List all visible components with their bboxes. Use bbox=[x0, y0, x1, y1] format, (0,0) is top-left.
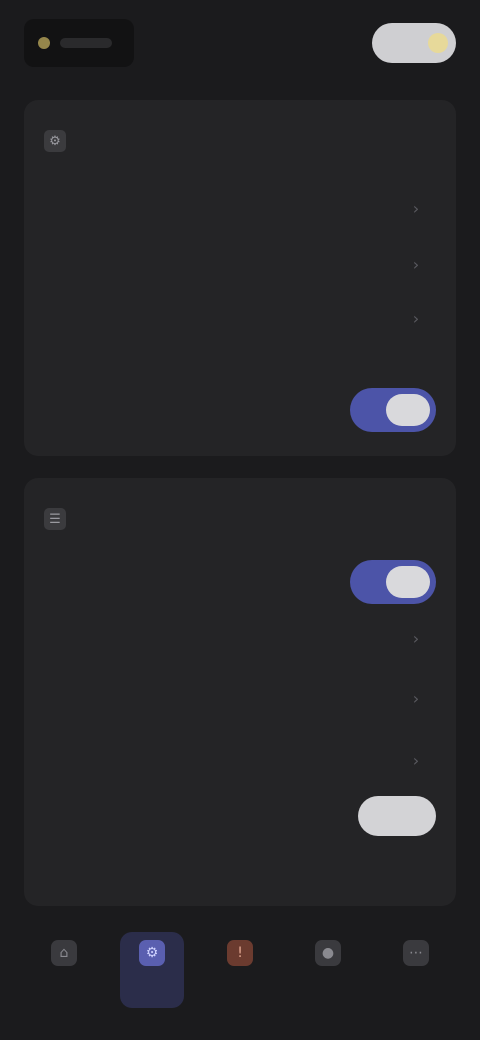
nav-item-more[interactable]: ⋯ bbox=[384, 932, 448, 1008]
settings-row[interactable]: › bbox=[44, 676, 436, 720]
settings-icon: ⚙ bbox=[139, 940, 165, 966]
settings-row bbox=[44, 794, 436, 838]
chevron-right-icon: › bbox=[412, 750, 420, 770]
settings-card-1: ⚙ › › › bbox=[24, 100, 456, 456]
preferences-icon: ☰ bbox=[44, 508, 66, 530]
chevron-right-icon: › bbox=[412, 254, 420, 274]
settings-row[interactable]: › bbox=[44, 296, 436, 340]
settings-row[interactable] bbox=[44, 852, 436, 896]
toggle-knob bbox=[386, 394, 430, 426]
settings-card-2: ☰ › › › bbox=[24, 478, 456, 906]
bottom-nav: ⌂ ⚙ ! ● ⋯ bbox=[0, 920, 480, 1040]
settings-row[interactable]: › bbox=[44, 186, 436, 230]
nav-item-alerts[interactable]: ! bbox=[208, 932, 272, 1008]
toggle-switch[interactable] bbox=[358, 796, 436, 836]
app-root: ⚙ › › › ☰ › › › ⌂ ⚙ ! ● ⋯ bbox=[0, 0, 480, 1040]
chevron-right-icon: › bbox=[412, 308, 420, 328]
nav-item-settings[interactable]: ⚙ bbox=[120, 932, 184, 1008]
status-dot-icon bbox=[428, 33, 448, 53]
chevron-right-icon: › bbox=[412, 628, 420, 648]
settings-row[interactable]: › bbox=[44, 738, 436, 782]
logo-dot-icon bbox=[38, 37, 50, 49]
more-icon: ⋯ bbox=[403, 940, 429, 966]
header bbox=[0, 0, 480, 86]
home-icon: ⌂ bbox=[51, 940, 77, 966]
settings-row bbox=[44, 388, 436, 432]
toggle-knob bbox=[386, 566, 430, 598]
section-header-2: ☰ bbox=[44, 508, 80, 530]
chevron-right-icon: › bbox=[412, 198, 420, 218]
toggle-switch[interactable] bbox=[350, 560, 436, 604]
settings-icon: ⚙ bbox=[44, 130, 66, 152]
settings-row bbox=[44, 560, 436, 604]
logo-icon[interactable] bbox=[24, 19, 134, 67]
alert-icon: ! bbox=[227, 940, 253, 966]
settings-row[interactable]: › bbox=[44, 616, 436, 660]
profile-button[interactable] bbox=[372, 23, 456, 63]
toggle-switch[interactable] bbox=[350, 388, 436, 432]
logo-bar bbox=[60, 38, 112, 48]
section-header-1: ⚙ bbox=[44, 130, 80, 152]
nav-item-home[interactable]: ⌂ bbox=[32, 932, 96, 1008]
chevron-right-icon: › bbox=[412, 688, 420, 708]
user-icon: ● bbox=[315, 940, 341, 966]
settings-row[interactable]: › bbox=[44, 242, 436, 286]
nav-item-user[interactable]: ● bbox=[296, 932, 360, 1008]
